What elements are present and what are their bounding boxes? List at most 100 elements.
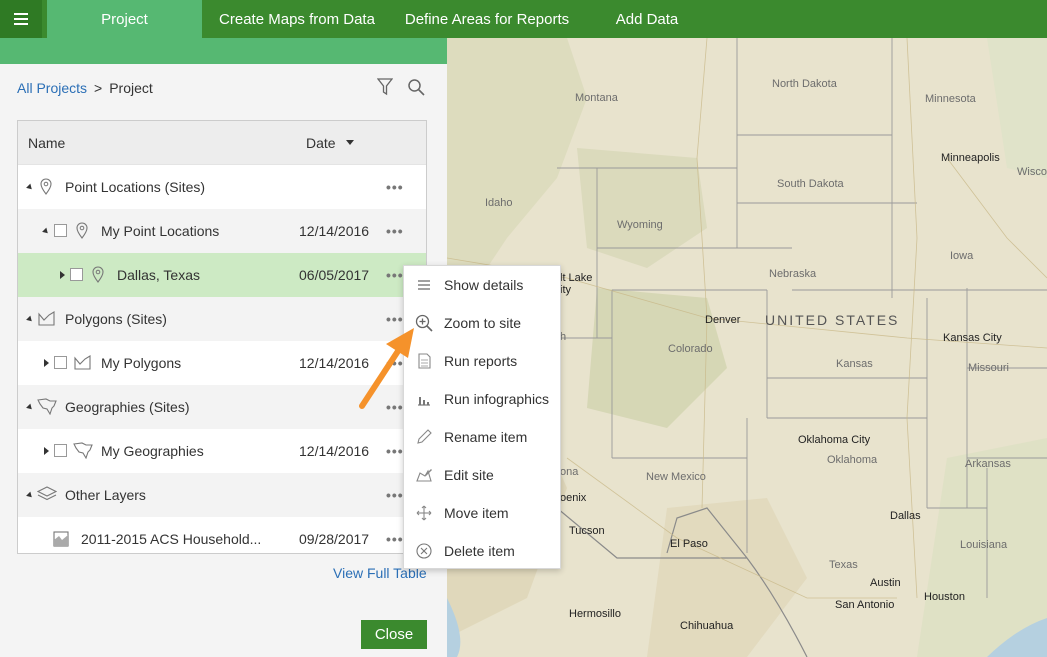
context-menu: Show details Zoom to site Run reports Ru…	[403, 265, 561, 569]
map-label-iowa: Iowa	[950, 250, 974, 262]
expand-icon[interactable]	[60, 271, 65, 279]
panel-header-strip	[0, 38, 447, 64]
collapse-icon[interactable]	[26, 183, 34, 192]
move-icon	[415, 504, 433, 522]
expand-icon[interactable]	[44, 359, 49, 367]
more-options-icon[interactable]: •••	[386, 531, 404, 547]
map-label-el-paso: El Paso	[670, 538, 708, 550]
map-label-denver: Denver	[705, 314, 741, 326]
top-nav: Project Create Maps from Data Define Are…	[0, 0, 1047, 38]
point-location-icon	[92, 266, 104, 286]
map-label-hermosillo: Hermosillo	[569, 608, 621, 620]
search-icon[interactable]	[407, 78, 425, 96]
map-label-phoenix: oenix	[560, 492, 587, 504]
collapse-icon[interactable]	[26, 403, 34, 412]
breadcrumb-separator: >	[94, 80, 103, 96]
menu-item-label: Rename item	[444, 429, 528, 445]
more-options-icon[interactable]: •••	[386, 487, 404, 503]
menu-item-rename[interactable]: Rename item	[404, 418, 560, 456]
row-label: Dallas, Texas	[117, 267, 201, 283]
table-row[interactable]: 2011-2015 ACS Household... 09/28/2017 ••…	[18, 517, 426, 561]
menu-item-edit-site[interactable]: Edit site	[404, 456, 560, 494]
polygon-icon	[74, 355, 91, 373]
table-header: Name Date	[18, 121, 426, 165]
menu-item-run-reports[interactable]: Run reports	[404, 342, 560, 380]
map-label-louisiana: Louisiana	[960, 539, 1008, 551]
more-options-icon[interactable]: •••	[386, 267, 404, 283]
geography-icon	[73, 442, 93, 462]
column-header-name[interactable]: Name	[28, 135, 65, 151]
menu-item-run-infographics[interactable]: Run infographics	[404, 380, 560, 418]
row-label: Other Layers	[65, 487, 146, 503]
menu-item-label: Edit site	[444, 467, 494, 483]
more-options-icon[interactable]: •••	[386, 223, 404, 239]
table-row[interactable]: Point Locations (Sites) •••	[18, 165, 426, 209]
polygon-icon	[38, 311, 55, 329]
row-checkbox[interactable]	[70, 268, 83, 281]
breadcrumb-all-projects[interactable]: All Projects	[17, 80, 87, 96]
collapse-icon[interactable]	[42, 227, 50, 236]
column-header-date-label: Date	[306, 134, 336, 151]
map-label-kansas-city: Kansas City	[943, 332, 1002, 344]
delete-icon	[415, 542, 433, 560]
layers-icon	[36, 486, 58, 506]
menu-item-zoom-to-site[interactable]: Zoom to site	[404, 304, 560, 342]
map-label-missouri: Missouri	[968, 362, 1009, 374]
close-button[interactable]: Close	[361, 620, 427, 649]
row-checkbox[interactable]	[54, 224, 67, 237]
breadcrumb: All Projects > Project	[17, 80, 153, 96]
menu-item-label: Delete item	[444, 543, 515, 559]
map-label-montana: Montana	[575, 92, 618, 104]
point-location-icon	[40, 178, 52, 198]
expand-icon[interactable]	[44, 447, 49, 455]
table-row[interactable]: My Point Locations 12/14/2016 •••	[18, 209, 426, 253]
map-label-north-dakota: North Dakota	[772, 78, 837, 90]
column-header-date[interactable]: Date	[306, 135, 354, 151]
map-label-houston: Houston	[924, 591, 965, 603]
breadcrumb-current: Project	[109, 80, 153, 96]
panel-tools	[377, 78, 425, 96]
map-label-chihuahua: Chihuahua	[680, 620, 734, 632]
tab-project[interactable]: Project	[47, 0, 202, 38]
map-label-idaho: Idaho	[485, 197, 513, 209]
pencil-icon	[415, 428, 433, 446]
map-label-oklahoma: Oklahoma	[827, 454, 878, 466]
table-row[interactable]: Other Layers •••	[18, 473, 426, 517]
map-label-kansas: Kansas	[836, 358, 873, 370]
map-label-texas: Texas	[829, 559, 858, 571]
map-label-oklahoma-city: Oklahoma City	[798, 434, 871, 446]
row-label: Polygons (Sites)	[65, 311, 167, 327]
more-options-icon[interactable]: •••	[386, 179, 404, 195]
menu-item-move[interactable]: Move item	[404, 494, 560, 532]
row-label: Point Locations (Sites)	[65, 179, 206, 195]
hamburger-menu-icon[interactable]	[0, 0, 42, 38]
map-label-austin: Austin	[870, 577, 901, 589]
collapse-icon[interactable]	[26, 491, 34, 500]
map-label-arkansas: Arkansas	[965, 458, 1011, 470]
map-label-wyoming: Wyoming	[617, 219, 663, 231]
menu-item-label: Run infographics	[444, 391, 550, 407]
map-label-nebraska: Nebraska	[769, 268, 817, 280]
map-label-colorado: Colorado	[668, 343, 713, 355]
tab-create-maps[interactable]: Create Maps from Data	[202, 0, 392, 38]
row-checkbox[interactable]	[54, 444, 67, 457]
point-location-icon	[76, 222, 88, 242]
row-label: Geographies (Sites)	[65, 399, 190, 415]
more-options-icon[interactable]: •••	[386, 443, 404, 459]
row-label: My Geographies	[101, 443, 204, 459]
row-date: 09/28/2017	[299, 531, 370, 547]
row-label: My Polygons	[101, 355, 182, 371]
table-row[interactable]: My Geographies 12/14/2016 •••	[18, 429, 426, 473]
collapse-icon[interactable]	[26, 315, 34, 324]
map-layer-icon	[53, 531, 69, 550]
map-label-salt-lake: lt Lake	[560, 272, 593, 284]
menu-item-label: Move item	[444, 505, 509, 521]
filter-icon[interactable]	[377, 78, 393, 96]
row-checkbox[interactable]	[54, 356, 67, 369]
menu-item-show-details[interactable]: Show details	[404, 266, 560, 304]
geography-icon	[37, 398, 57, 418]
tab-define-areas[interactable]: Define Areas for Reports	[392, 0, 582, 38]
table-row-selected[interactable]: Dallas, Texas 06/05/2017 •••	[18, 253, 426, 297]
menu-item-delete[interactable]: Delete item	[404, 532, 560, 570]
tab-add-data[interactable]: Add Data	[582, 0, 712, 38]
